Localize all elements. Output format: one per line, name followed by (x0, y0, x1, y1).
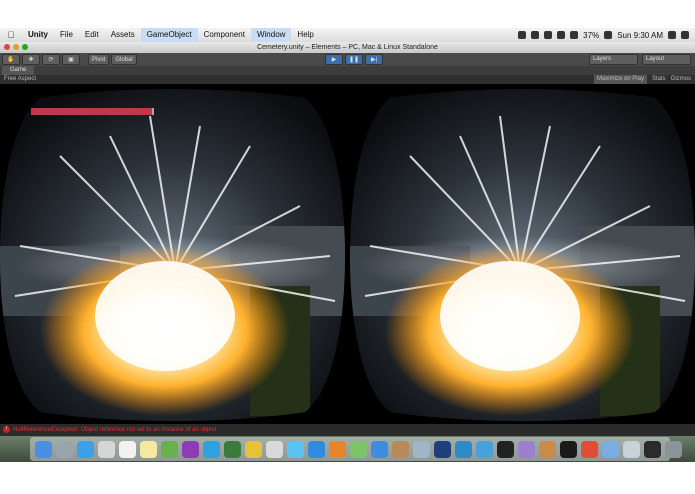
wifi-icon[interactable] (557, 31, 566, 39)
onenote-icon[interactable] (182, 440, 199, 458)
notes-icon[interactable] (140, 440, 157, 458)
battery-percent[interactable]: 37% (583, 31, 599, 40)
globe-icon[interactable] (476, 440, 493, 458)
calendar-icon[interactable] (119, 440, 136, 458)
aspect-dropdown[interactable]: Free Aspect (4, 75, 36, 84)
right-eye-view (350, 89, 695, 421)
tab-game[interactable]: Game (2, 66, 35, 75)
folder-icon[interactable] (602, 440, 619, 458)
finder-icon[interactable] (35, 440, 52, 458)
dock (30, 437, 682, 461)
battery-icon[interactable] (604, 31, 613, 39)
maps-icon[interactable] (350, 440, 367, 458)
spotlight-icon[interactable] (668, 31, 676, 39)
guitar-icon[interactable] (539, 440, 556, 458)
notification-center-icon[interactable] (681, 31, 689, 39)
step-icon[interactable]: ▶| (365, 54, 384, 65)
global-toggle[interactable]: Global (111, 54, 137, 65)
preview-icon[interactable] (413, 440, 430, 458)
close-window-icon[interactable] (4, 44, 10, 50)
slides-icon[interactable] (245, 440, 262, 458)
menu-component[interactable]: Component (198, 28, 251, 42)
scale-tool-icon[interactable]: ▣ (62, 54, 80, 65)
menu-assets[interactable]: Assets (105, 28, 141, 42)
menu-window[interactable]: Window (250, 28, 292, 42)
left-eye-view (0, 89, 345, 421)
zoom-window-icon[interactable] (22, 44, 28, 50)
menu-gameobject[interactable]: GameObject (140, 28, 198, 42)
pivot-toggle[interactable]: Pivot (88, 54, 110, 65)
gizmos-dropdown[interactable]: Gizmos (671, 75, 691, 84)
archive-icon[interactable] (392, 440, 409, 458)
game-options-bar: Free Aspect Maximize on Play Stats Gizmo… (0, 75, 695, 84)
window-titlebar: Cemetery.unity – Elements – PC, Mac & Li… (0, 42, 695, 53)
photoshop-icon[interactable] (434, 440, 451, 458)
trash-icon[interactable] (665, 440, 682, 458)
unity-icon[interactable] (497, 440, 514, 458)
sourcetree-icon[interactable] (455, 440, 472, 458)
play-controls: ▶ ❚❚ ▶| (323, 54, 384, 65)
evernote-icon[interactable] (161, 440, 178, 458)
clock[interactable]: Sun 9:30 AM (617, 31, 663, 40)
evernote-tray-icon[interactable] (531, 31, 540, 39)
window-title: Cemetery.unity – Elements – PC, Mac & Li… (257, 44, 438, 51)
dropbox-icon[interactable] (518, 31, 527, 39)
menu-help[interactable]: Help (291, 28, 319, 42)
menu-edit[interactable]: Edit (79, 28, 105, 42)
layers-dropdown[interactable]: Layers (589, 54, 638, 65)
menu-file[interactable]: File (54, 28, 79, 42)
maximize-on-play-toggle[interactable]: Maximize on Play (593, 75, 647, 84)
skype-icon[interactable] (203, 440, 220, 458)
apple-menu-icon[interactable]:  (0, 30, 22, 40)
files-icon[interactable] (623, 440, 640, 458)
safari-icon[interactable] (77, 440, 94, 458)
photos-icon[interactable] (266, 440, 283, 458)
minimize-window-icon[interactable] (13, 44, 19, 50)
stats-toggle[interactable]: Stats (652, 75, 666, 84)
launchpad-icon[interactable] (56, 440, 73, 458)
chrome-icon[interactable] (581, 440, 598, 458)
layout-dropdown[interactable]: Layout (642, 54, 691, 65)
menu-app-name[interactable]: Unity (22, 28, 54, 42)
music-icon[interactable] (644, 440, 661, 458)
game-view[interactable] (0, 84, 695, 424)
facetime-icon[interactable] (224, 440, 241, 458)
window-controls (4, 44, 28, 50)
hand-tool-icon[interactable]: ✋ (2, 54, 20, 65)
appstore-icon[interactable] (308, 440, 325, 458)
volume-icon[interactable] (570, 31, 579, 39)
health-bar (31, 108, 154, 115)
menu-bar:  Unity File Edit Assets GameObject Comp… (0, 28, 695, 42)
console-status-bar[interactable]: ! NullReferenceException: Object referenc… (0, 424, 695, 436)
console-message: NullReferenceException: Object reference… (13, 427, 217, 433)
xcode-icon[interactable] (371, 440, 388, 458)
move-tool-icon[interactable]: ✚ (22, 54, 40, 65)
terminal-icon[interactable] (560, 440, 577, 458)
status-tray: 37% Sun 9:30 AM (518, 31, 695, 40)
play-icon[interactable]: ▶ (325, 54, 343, 65)
bluetooth-icon[interactable] (544, 31, 553, 39)
pause-icon[interactable]: ❚❚ (345, 54, 364, 65)
unity-toolbar: ✋ ✚ ⟳ ▣ Pivot Global ▶ ❚❚ ▶| Layers Layo… (0, 53, 695, 66)
error-icon: ! (3, 425, 10, 433)
rotate-tool-icon[interactable]: ⟳ (42, 54, 60, 65)
ibooks-icon[interactable] (329, 440, 346, 458)
game-tab-bar: Game (0, 66, 695, 75)
health-bar-fill (31, 108, 152, 115)
itunes-icon[interactable] (287, 440, 304, 458)
mail-icon[interactable] (98, 440, 115, 458)
utility-icon[interactable] (518, 440, 535, 458)
